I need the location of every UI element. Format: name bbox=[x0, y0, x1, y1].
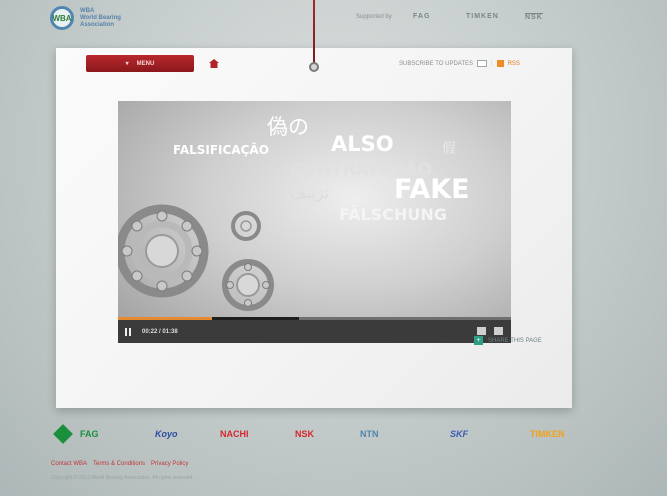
word-chinese: 假 bbox=[442, 141, 456, 157]
brand-timken[interactable]: TIMKEN bbox=[530, 429, 565, 439]
brand-nsk[interactable]: NSK bbox=[295, 429, 314, 439]
video-controls: 00:22 / 01:38 bbox=[118, 320, 511, 343]
menu-arrow-icon: ▾ bbox=[125, 61, 129, 67]
home-icon[interactable] bbox=[209, 59, 219, 68]
content-paper: ▾ MENU SUBSCRIBE TO UPDATES | RSS 偽の FAL… bbox=[56, 48, 572, 408]
separator: | bbox=[491, 60, 493, 67]
share-this-page[interactable]: + SHARE THIS PAGE bbox=[474, 336, 542, 345]
menu-label: MENU bbox=[136, 60, 155, 67]
captions-icon[interactable] bbox=[477, 327, 486, 335]
word-falschung: FÄLSCHUNG bbox=[339, 205, 447, 224]
brand-top-timken[interactable]: TIMKEN bbox=[466, 13, 499, 20]
brand-top-fag[interactable]: FAG bbox=[413, 13, 430, 20]
logo-mark: WBA bbox=[50, 6, 74, 30]
fag-logo-icon bbox=[53, 424, 73, 444]
footer-links: Contact WBA Terms & Conditions Privacy P… bbox=[51, 461, 188, 467]
brand-koyo[interactable]: Koyo bbox=[155, 429, 178, 439]
plus-icon[interactable]: + bbox=[474, 336, 483, 345]
brand-top-nsk[interactable]: NSK bbox=[525, 13, 543, 21]
video-time: 00:22 / 01:38 bbox=[142, 328, 178, 335]
brand-strip: FAG Koyo NACHI NSK NTN SKF TIMKEN bbox=[50, 424, 610, 445]
word-also: ALSO bbox=[331, 132, 394, 156]
pin-icon bbox=[309, 62, 319, 72]
video-player[interactable]: 偽の FALSIFICAÇÃO ALSO 假 CONTRAFAÇÃO تزييف… bbox=[118, 101, 511, 343]
rss-icon[interactable] bbox=[496, 60, 504, 67]
subscribe-bar[interactable]: SUBSCRIBE TO UPDATES | RSS bbox=[399, 60, 520, 67]
subscribe-label[interactable]: SUBSCRIBE TO UPDATES bbox=[399, 61, 473, 67]
word-japanese: 偽の bbox=[267, 115, 309, 139]
brand-skf[interactable]: SKF bbox=[450, 429, 468, 439]
logo-text: WBA World Bearing Association bbox=[80, 8, 121, 29]
word-portuguese: FALSIFICAÇÃO bbox=[173, 143, 269, 157]
volume-icon[interactable] bbox=[494, 327, 503, 335]
menu-button[interactable]: ▾ MENU bbox=[86, 55, 194, 72]
hanging-string bbox=[313, 0, 315, 66]
logo-line-3: Association bbox=[80, 21, 115, 28]
logo-line-2: World Bearing bbox=[80, 14, 121, 21]
copyright: Copyright © 2013 World Bearing Associati… bbox=[51, 475, 194, 481]
brand-ntn[interactable]: NTN bbox=[360, 429, 379, 439]
brand-fag[interactable]: FAG bbox=[80, 429, 99, 439]
terms-link[interactable]: Terms & Conditions bbox=[93, 461, 145, 467]
logo-line-1: WBA bbox=[80, 7, 95, 14]
brand-nachi[interactable]: NACHI bbox=[220, 429, 249, 439]
word-arabic: تزييف bbox=[290, 183, 330, 202]
supported-by-label: Supported by bbox=[356, 14, 392, 20]
wba-logo[interactable]: WBA WBA World Bearing Association bbox=[50, 6, 121, 30]
pause-icon[interactable] bbox=[125, 327, 132, 336]
privacy-link[interactable]: Privacy Policy bbox=[151, 461, 188, 467]
envelope-icon[interactable] bbox=[477, 60, 488, 67]
word-fake: FAKE bbox=[394, 174, 470, 205]
rss-link[interactable]: RSS bbox=[508, 61, 520, 67]
contact-link[interactable]: Contact WBA bbox=[51, 461, 87, 467]
share-label[interactable]: SHARE THIS PAGE bbox=[488, 338, 542, 344]
